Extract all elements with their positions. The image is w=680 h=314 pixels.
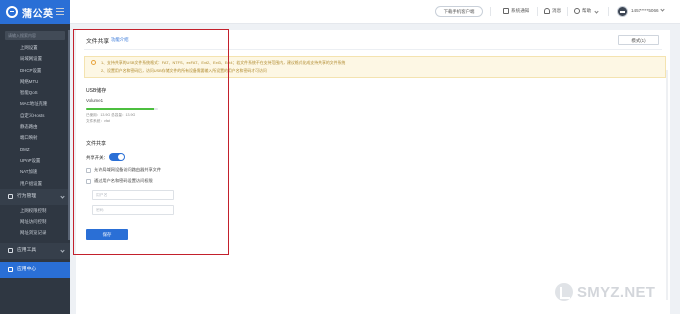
bell-icon [544,8,550,14]
top-divider [490,7,491,16]
watermark: SMYZ.NET [555,283,655,301]
sidebar-item-access-control[interactable]: 上网权限控制 [0,205,70,216]
system-notices-link[interactable]: 系统通知 [503,8,529,14]
content-scrollbar[interactable] [666,70,668,300]
allow-lan-access-option[interactable]: 允许局域网设备访问路由器共享文件 [86,167,161,173]
auth-access-label: 通过用户名和密码设置访问权限 [94,178,153,183]
account-menu[interactable]: 1457****5066 [631,7,665,13]
notice-line-1: 1、支持共享的USB文件系统格式：FAT、NTFS、exFAT、Ext2、Ext… [101,60,346,65]
messages-label: 消息 [552,8,562,13]
share-toggle[interactable] [109,153,125,161]
title-divider [84,49,662,50]
sidebar-group-behavior-label: 行为管理 [17,193,37,199]
sidebar-item-user-group[interactable]: 用户组设置 [0,178,70,189]
save-button[interactable]: 保存 [86,229,128,240]
sidebar-search-input[interactable]: 请输入搜索内容 [5,31,65,40]
account-label: 1457****5066 [631,8,659,13]
sidebar-scrollbar[interactable] [68,30,70,240]
help-icon [574,8,580,14]
usage-text: 已使用：13.9G 总容量：13.9G [86,113,136,117]
sidebar-item-mtu[interactable]: 网络MTU [0,76,70,87]
auth-access-checkbox[interactable] [86,178,91,184]
sidebar-item-port-mapping[interactable]: 端口映射 [0,132,70,143]
sidebar-item-static-route[interactable]: 静态路由 [0,121,70,132]
volume-name: Volume1 [86,98,104,103]
top-divider [537,7,538,16]
logo-text: 蒲公英 [22,8,54,20]
auth-access-option[interactable]: 通过用户名和密码设置访问权限 [86,178,153,184]
chevron-down-icon [659,7,665,12]
sidebar: 蒲公英 请输入搜索内容 上网设置 局域网设置 DHCP设置 网络MTU 智能Qo… [0,0,70,314]
sidebar-item-qos[interactable]: 智能QoS [0,87,70,98]
usage-bar-fill [86,108,155,110]
notice-line-2: 2、设置用户名和密码后，访问USB存储文件的所有设备需要输入所设置的用户名和密码… [101,68,267,73]
chevron-down-icon [60,248,65,253]
allow-lan-access-checkbox[interactable] [86,167,91,173]
warning-icon [91,60,96,65]
watermark-text: SMYZ.NET [577,283,656,301]
top-bar: 下载手机客户端 系统通知 消息 帮助 1457****5066 [56,0,680,24]
chevron-down-icon [594,8,599,14]
sidebar-item-upnp[interactable]: UPnP设置 [0,155,70,166]
usage-bar [86,108,158,110]
notice-box: 1、支持共享的USB文件系统格式：FAT、NTFS、exFAT、Ext2、Ext… [84,56,666,78]
messages-link[interactable]: 消息 [544,8,561,14]
logo-icon [6,6,18,18]
share-toggle-label: 共享开关： [86,155,108,160]
sidebar-group-tools[interactable]: 应用工具 [0,242,70,259]
avatar[interactable] [617,6,628,17]
sidebar-group-tools-label: 应用工具 [17,247,37,253]
sidebar-item-dhcp[interactable]: DHCP设置 [0,65,70,76]
sidebar-item-hosts[interactable]: 自定义Hosts [0,110,70,121]
help-label: 帮助 [582,8,592,13]
menu-collapse-icon[interactable] [56,8,64,15]
file-share-section-title: 文件共享 [86,141,107,147]
toggle-knob [118,154,124,160]
notice-icon [503,8,509,14]
top-divider [567,7,568,16]
chevron-up-icon [60,194,65,199]
sidebar-item-url-control[interactable]: 网址访问控制 [0,216,70,227]
sidebar-menu: 上网设置 局域网设置 DHCP设置 网络MTU 智能QoS MAC地址克隆 自定… [0,42,70,278]
system-notices-label: 系统通知 [511,8,530,13]
tools-icon [8,248,13,254]
apps-icon [8,267,13,273]
usb-storage-title: USB储存 [86,88,107,94]
sidebar-item-internet[interactable]: 上网设置 [0,42,70,53]
username-field[interactable] [92,190,174,200]
sidebar-group-apps[interactable]: 应用中心 [0,261,70,278]
sidebar-item-nat[interactable]: NAT加速 [0,166,70,177]
sidebar-item-lan[interactable]: 局域网设置 [0,53,70,64]
sidebar-item-mac-clone[interactable]: MAC地址克隆 [0,98,70,109]
page-title: 文件共享 [86,39,110,45]
allow-lan-access-label: 允许局域网设备访问路由器共享文件 [94,167,162,172]
filesystem-text: 文件系统：vfat [86,119,110,123]
mode-button[interactable]: 模式(1) [618,35,659,45]
sidebar-item-dmz[interactable]: DMZ [0,144,70,155]
watermark-logo-icon [555,283,573,301]
behavior-icon [8,194,13,200]
sidebar-group-behavior[interactable]: 行为管理 [0,188,70,205]
file-share-panel: 文件共享 功能介绍 模式(1) 1、支持共享的USB文件系统格式：FAT、NTF… [76,30,670,314]
download-app-button[interactable]: 下载手机客户端 [435,6,483,17]
help-menu[interactable]: 帮助 [574,8,599,14]
sidebar-group-apps-label: 应用中心 [17,266,37,272]
feature-intro-link[interactable]: 功能介绍 [111,37,129,43]
top-divider [608,7,609,16]
password-field[interactable] [92,205,174,215]
sidebar-item-url-history[interactable]: 网址浏览记录 [0,227,70,238]
